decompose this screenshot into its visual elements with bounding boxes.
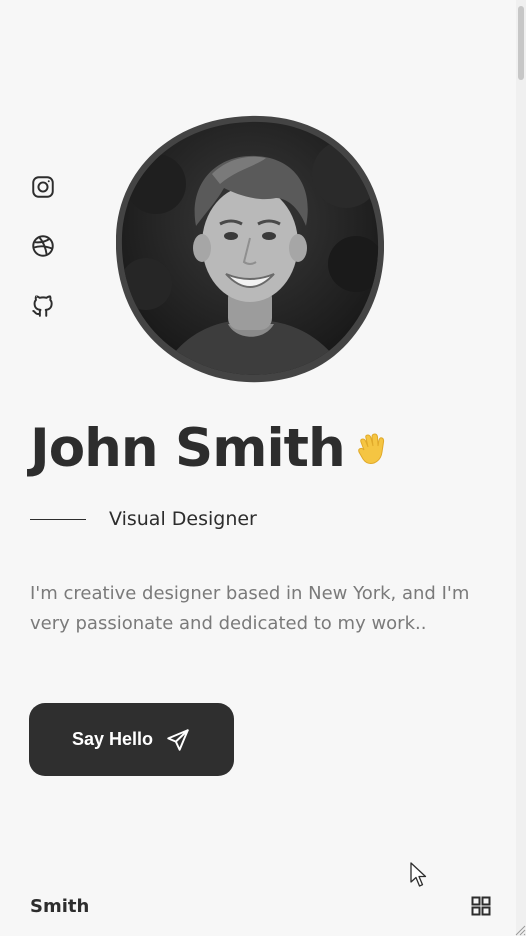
profile-avatar xyxy=(116,114,384,384)
profile-description: I'm creative designer based in New York,… xyxy=(30,583,470,634)
say-hello-button[interactable]: Say Hello xyxy=(29,703,234,776)
say-hello-label: Say Hello xyxy=(71,729,154,749)
role-divider xyxy=(30,518,86,520)
github-icon xyxy=(32,295,53,317)
role-row: Visual Designer xyxy=(30,508,257,530)
portfolio-page: John Smith Visual Designer I'm creative … xyxy=(0,0,526,936)
footer-brand[interactable]: Smith xyxy=(30,896,89,917)
social-links xyxy=(30,174,56,318)
scrollbar[interactable] xyxy=(516,0,526,936)
mouse-cursor-icon xyxy=(410,862,427,887)
github-link[interactable] xyxy=(30,292,56,318)
dribbble-icon xyxy=(32,235,54,257)
name-heading: John Smith xyxy=(30,422,389,475)
dribbble-link[interactable] xyxy=(30,233,56,259)
instagram-icon xyxy=(32,176,54,198)
profile-name: John Smith xyxy=(30,418,346,479)
waving-hand-icon xyxy=(357,432,384,464)
grid-menu-icon[interactable] xyxy=(471,896,491,916)
profile-role: Visual Designer xyxy=(109,508,257,530)
instagram-link[interactable] xyxy=(30,174,56,200)
send-icon xyxy=(167,728,189,751)
resize-grip-icon[interactable] xyxy=(514,924,526,936)
avatar-image xyxy=(116,115,384,383)
scrollbar-thumb[interactable] xyxy=(518,6,524,80)
